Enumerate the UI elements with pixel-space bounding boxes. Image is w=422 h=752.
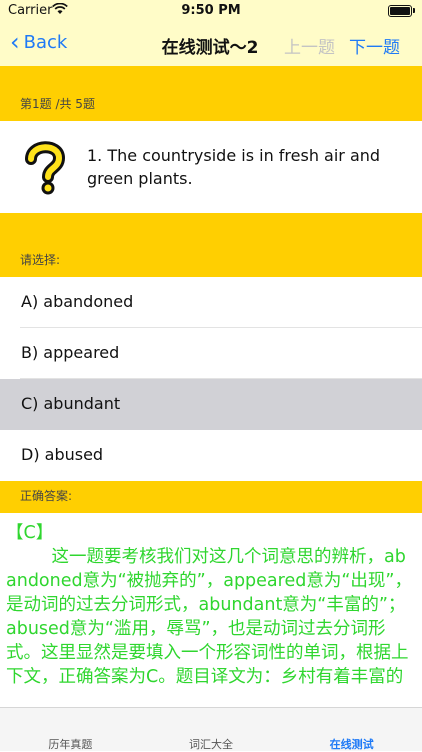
- answer-header: 正确答案:: [0, 481, 422, 513]
- answer-label: 【C】: [6, 523, 54, 543]
- back-button[interactable]: ‹ Back: [10, 27, 68, 56]
- question-card: 1. The countryside is in fresh air and g…: [0, 121, 422, 213]
- answer-explanation-text: 这一题要考核我们对这几个词意思的辨析，abandoned意为“被抛弃的”，app…: [6, 547, 412, 687]
- back-label: Back: [23, 32, 68, 53]
- question-text: 1. The countryside is in fresh air and g…: [87, 146, 381, 188]
- option-label: A) abandoned: [21, 292, 134, 311]
- options-header: 请选择:: [0, 213, 422, 277]
- answer-explanation: 【C】 这一题要考核我们对这几个词意思的辨析，abandoned意为“被抛弃的”…: [0, 513, 422, 707]
- navigation-bar: ‹ Back 在线测试～2 上一题 下一题: [0, 22, 422, 66]
- previous-question-button[interactable]: 上一题: [284, 33, 335, 58]
- option-label: B) appeared: [21, 343, 120, 362]
- tab-vocabulary[interactable]: 词汇大全: [141, 708, 282, 752]
- option-c[interactable]: C) abundant: [0, 379, 422, 430]
- tab-bar: 历年真题 词汇大全 在线测试: [0, 707, 422, 751]
- battery-icon: [388, 5, 412, 17]
- option-b[interactable]: B) appeared: [0, 328, 422, 379]
- options-header-label: 请选择:: [20, 253, 61, 267]
- next-question-button[interactable]: 下一题: [349, 33, 400, 58]
- status-bar: Carrier 9:50 PM: [0, 0, 422, 22]
- option-a[interactable]: A) abandoned: [0, 277, 422, 328]
- chevron-left-icon: ‹: [10, 27, 20, 56]
- question-mark-icon: [20, 139, 70, 195]
- battery-tip: [413, 8, 415, 13]
- option-d[interactable]: D) abused: [0, 430, 422, 481]
- page-title: 在线测试～2: [161, 38, 259, 58]
- clock: 9:50 PM: [181, 3, 241, 18]
- tab-past-exams[interactable]: 历年真题: [0, 708, 141, 752]
- option-label: C) abundant: [21, 394, 121, 413]
- question-progress: 第1题 /共 5题: [20, 97, 95, 111]
- tab-online-test[interactable]: 在线测试: [281, 708, 422, 752]
- answer-header-label: 正确答案:: [20, 489, 73, 503]
- question-progress-header: 第1题 /共 5题: [0, 66, 422, 121]
- option-label: D) abused: [21, 445, 104, 464]
